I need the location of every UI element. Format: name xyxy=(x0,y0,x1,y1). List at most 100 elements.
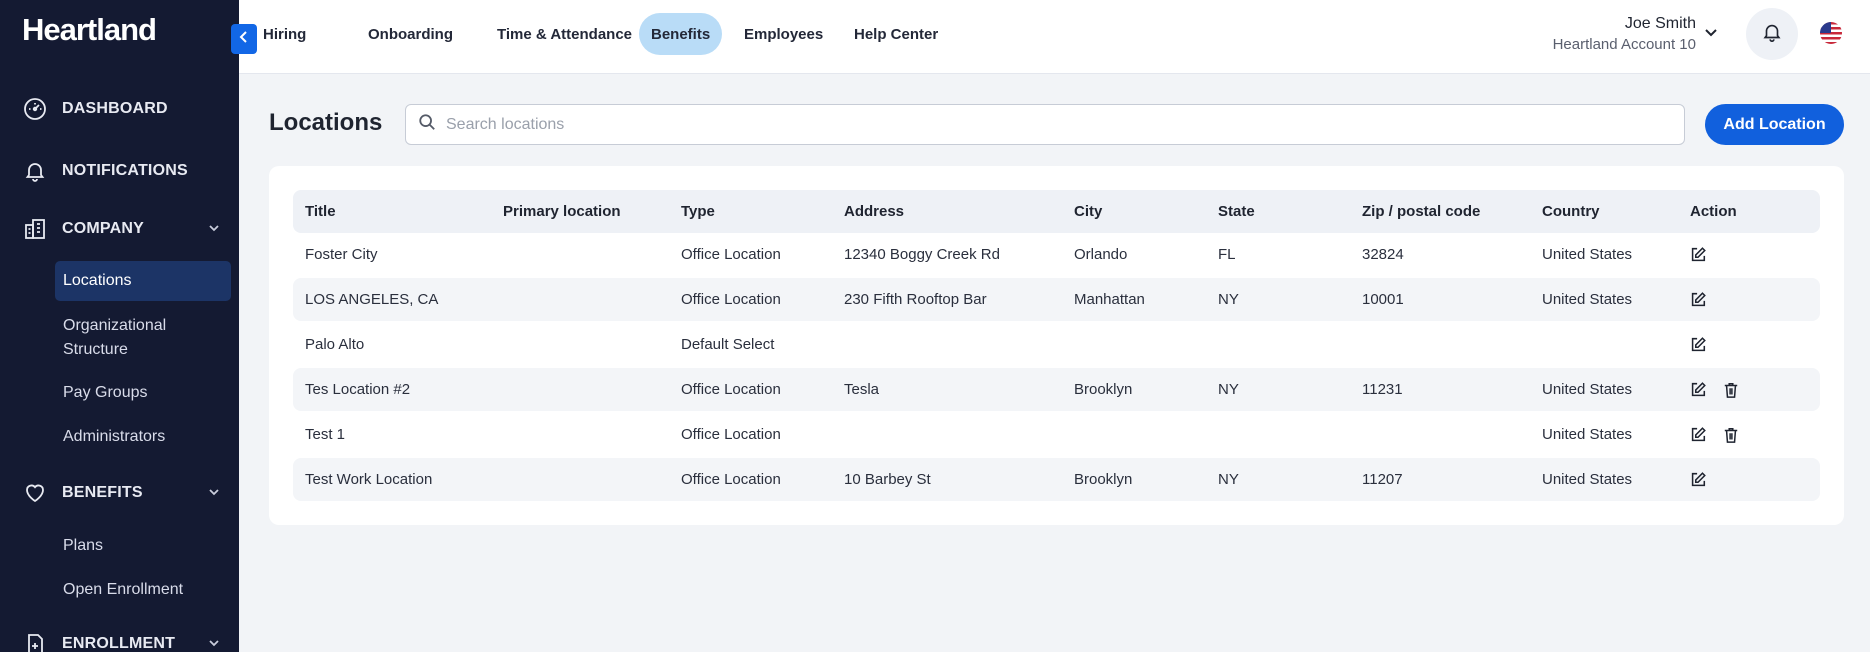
sidebar-sub-label: Pay Groups xyxy=(63,384,148,401)
table-row[interactable]: Foster City Office Location 12340 Boggy Cr… xyxy=(293,233,1820,276)
column-header-action: Action xyxy=(1690,203,1737,220)
search-icon xyxy=(418,113,436,136)
sidebar-sub-organizational-structure[interactable]: Organizational Structure xyxy=(55,314,231,362)
sidebar-item-label: BENEFITS xyxy=(62,484,143,501)
sidebar-item-enrollment[interactable]: ENROLLMENT xyxy=(0,622,239,652)
sidebar-item-label: NOTIFICATIONS xyxy=(62,162,188,179)
sidebar-sub-label: Open Enrollment xyxy=(63,581,184,598)
tab-employees[interactable]: Employees xyxy=(732,13,835,55)
cell-state: NY xyxy=(1218,471,1239,488)
sidebar-item-notifications[interactable]: NOTIFICATIONS xyxy=(0,149,239,193)
cell-type: Office Location xyxy=(681,246,781,263)
edit-icon[interactable] xyxy=(1688,290,1708,310)
sidebar-sub-pay-groups[interactable]: Pay Groups xyxy=(55,381,231,405)
us-flag-icon[interactable] xyxy=(1820,22,1842,44)
tab-label: Help Center xyxy=(854,25,939,43)
bell-icon xyxy=(1761,21,1783,48)
edit-icon[interactable] xyxy=(1688,335,1708,355)
cell-title: LOS ANGELES, CA xyxy=(305,291,439,308)
company-building-icon xyxy=(22,216,48,242)
tab-onboarding[interactable]: Onboarding xyxy=(356,13,465,55)
column-header-primary-location[interactable]: Primary location xyxy=(503,190,621,233)
column-header-state[interactable]: State xyxy=(1218,190,1255,233)
sidebar-sub-plans[interactable]: Plans xyxy=(55,534,231,558)
sidebar-item-label: COMPANY xyxy=(62,220,144,237)
chevron-down-icon[interactable] xyxy=(207,636,221,652)
add-location-button[interactable]: Add Location xyxy=(1705,104,1844,145)
cell-title: Foster City xyxy=(305,246,378,263)
tab-benefits[interactable]: Benefits xyxy=(639,13,723,55)
heart-icon xyxy=(22,480,48,506)
chevron-down-icon[interactable] xyxy=(207,221,221,240)
table-row[interactable]: LOS ANGELES, CA Office Location 230 Fifth … xyxy=(293,278,1820,321)
user-name[interactable]: Joe Smith xyxy=(1380,15,1696,33)
column-header-address[interactable]: Address xyxy=(844,190,904,233)
cell-type: Default Select xyxy=(681,336,775,353)
edit-icon[interactable] xyxy=(1688,425,1708,445)
tab-label: Hiring xyxy=(263,25,307,43)
cell-address: 230 Fifth Rooftop Bar xyxy=(844,291,987,308)
sidebar: Heartland DASHBOARD NOTIFICATIONS COMPAN… xyxy=(0,0,239,652)
notifications-button[interactable] xyxy=(1746,8,1798,60)
cell-title: Test 1 xyxy=(305,426,346,443)
enrollment-doc-icon xyxy=(22,631,48,652)
column-header-city[interactable]: City xyxy=(1074,190,1102,233)
cell-zip: 11231 xyxy=(1362,381,1403,398)
tab-label: Employees xyxy=(744,25,824,43)
tab-label: Benefits xyxy=(651,25,711,43)
table-row[interactable]: Test 1 Office Location United States xyxy=(293,413,1820,456)
cell-state: NY xyxy=(1218,291,1239,308)
table-row[interactable]: Palo Alto Default Select xyxy=(293,323,1820,366)
bell-icon xyxy=(22,158,48,184)
search-input[interactable] xyxy=(446,115,1646,134)
table-header: Title Primary location Type Address City… xyxy=(293,190,1820,233)
page-title: Locations xyxy=(269,109,383,136)
chevron-down-icon[interactable] xyxy=(1703,24,1719,45)
sidebar-sub-label: Organizational Structure xyxy=(63,317,167,358)
cell-type: Office Location xyxy=(681,291,781,308)
edit-icon[interactable] xyxy=(1688,470,1708,490)
column-header-zip[interactable]: Zip / postal code xyxy=(1362,190,1480,233)
cell-country: United States xyxy=(1542,291,1633,308)
account-name: Heartland Account 10 xyxy=(1552,36,1696,53)
cell-country: United States xyxy=(1542,471,1633,488)
tab-hiring[interactable]: Hiring xyxy=(251,13,318,55)
column-header-type[interactable]: Type xyxy=(681,190,715,233)
edit-icon[interactable] xyxy=(1688,380,1708,400)
tab-time-attendance[interactable]: Time & Attendance xyxy=(485,13,644,55)
sidebar-sub-administrators[interactable]: Administrators xyxy=(55,425,231,449)
sidebar-item-company[interactable]: COMPANY xyxy=(0,207,239,251)
cell-country: United States xyxy=(1542,381,1633,398)
sidebar-sub-locations[interactable]: Locations xyxy=(55,261,231,301)
table-row[interactable]: Tes Location #2 Office Location Tesla Brook… xyxy=(293,368,1820,411)
edit-icon[interactable] xyxy=(1688,245,1708,265)
trash-icon[interactable] xyxy=(1721,380,1741,400)
trash-icon[interactable] xyxy=(1721,425,1741,445)
sidebar-item-benefits[interactable]: BENEFITS xyxy=(0,471,239,515)
cell-title: Tes Location #2 xyxy=(305,381,411,398)
search-box[interactable] xyxy=(405,104,1685,145)
cell-title: Test Work Location xyxy=(305,471,433,488)
cell-zip: 11207 xyxy=(1362,471,1403,488)
cell-city: Brooklyn xyxy=(1074,471,1133,488)
chevron-left-icon xyxy=(238,30,250,49)
sidebar-item-label: ENROLLMENT xyxy=(62,635,176,652)
cell-type: Office Location xyxy=(681,426,781,443)
cell-title: Palo Alto xyxy=(305,336,365,353)
cell-address: 12340 Boggy Creek Rd xyxy=(844,246,1000,263)
column-header-country[interactable]: Country xyxy=(1542,190,1600,233)
tab-label: Time & Attendance xyxy=(497,25,633,43)
sidebar-item-dashboard[interactable]: DASHBOARD xyxy=(0,87,239,131)
column-header-title[interactable]: Title xyxy=(305,190,336,233)
sidebar-sub-open-enrollment[interactable]: Open Enrollment xyxy=(55,578,231,602)
table-row[interactable]: Test Work Location Office Location 10 Barb… xyxy=(293,458,1820,501)
chevron-down-icon[interactable] xyxy=(207,485,221,504)
collapse-sidebar-button[interactable] xyxy=(231,24,257,54)
sidebar-sub-label: Administrators xyxy=(63,428,166,445)
cell-city: Manhattan xyxy=(1074,291,1145,308)
cell-country: United States xyxy=(1542,426,1633,443)
heartland-logo[interactable]: Heartland xyxy=(22,12,157,48)
cell-city: Brooklyn xyxy=(1074,381,1133,398)
cell-country: United States xyxy=(1542,246,1633,263)
tab-help-center[interactable]: Help Center xyxy=(842,13,950,55)
